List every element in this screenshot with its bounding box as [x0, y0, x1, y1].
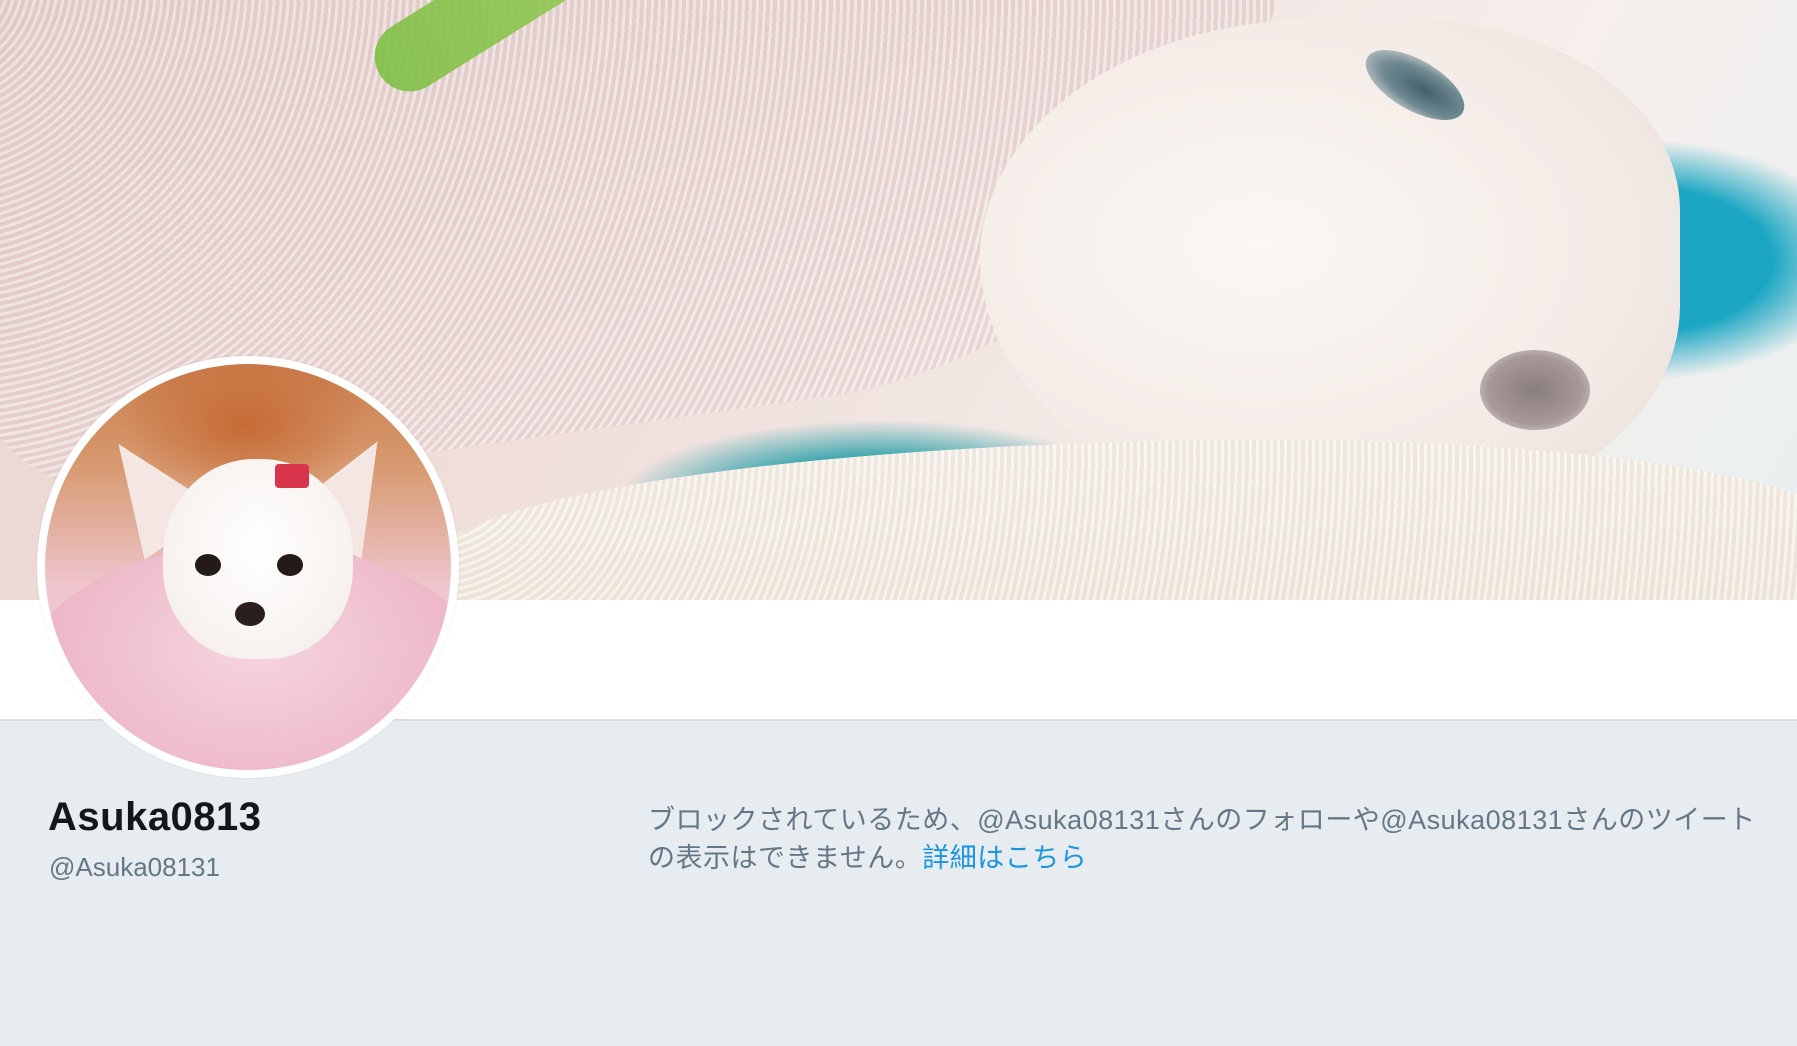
profile-handle: @Asuka08131 [49, 852, 220, 882]
banner-dog-nose [1480, 350, 1590, 430]
banner-towel-bottom [420, 440, 1797, 600]
profile-display-name: Asuka0813 [48, 795, 262, 839]
blocked-notice: ブロックされているため、@Asuka08131さんのフォローや@Asuka081… [648, 801, 1778, 877]
learn-more-link[interactable]: 詳細はこちら [922, 843, 1087, 873]
avatar-dog-eye-left [195, 554, 221, 576]
avatar-dog-nose [235, 602, 265, 626]
blocked-notice-text: ブロックされているため、@Asuka08131さんのフォローや@Asuka081… [648, 805, 1756, 873]
avatar-dog-eye-right [277, 554, 303, 576]
profile-page: Asuka0813 @Asuka08131 ブロックされているため、@Asuka… [0, 0, 1797, 1046]
profile-avatar[interactable] [37, 356, 459, 778]
avatar-red-tag [275, 464, 309, 488]
avatar-image [45, 364, 451, 770]
avatar-dog-face [163, 459, 353, 659]
